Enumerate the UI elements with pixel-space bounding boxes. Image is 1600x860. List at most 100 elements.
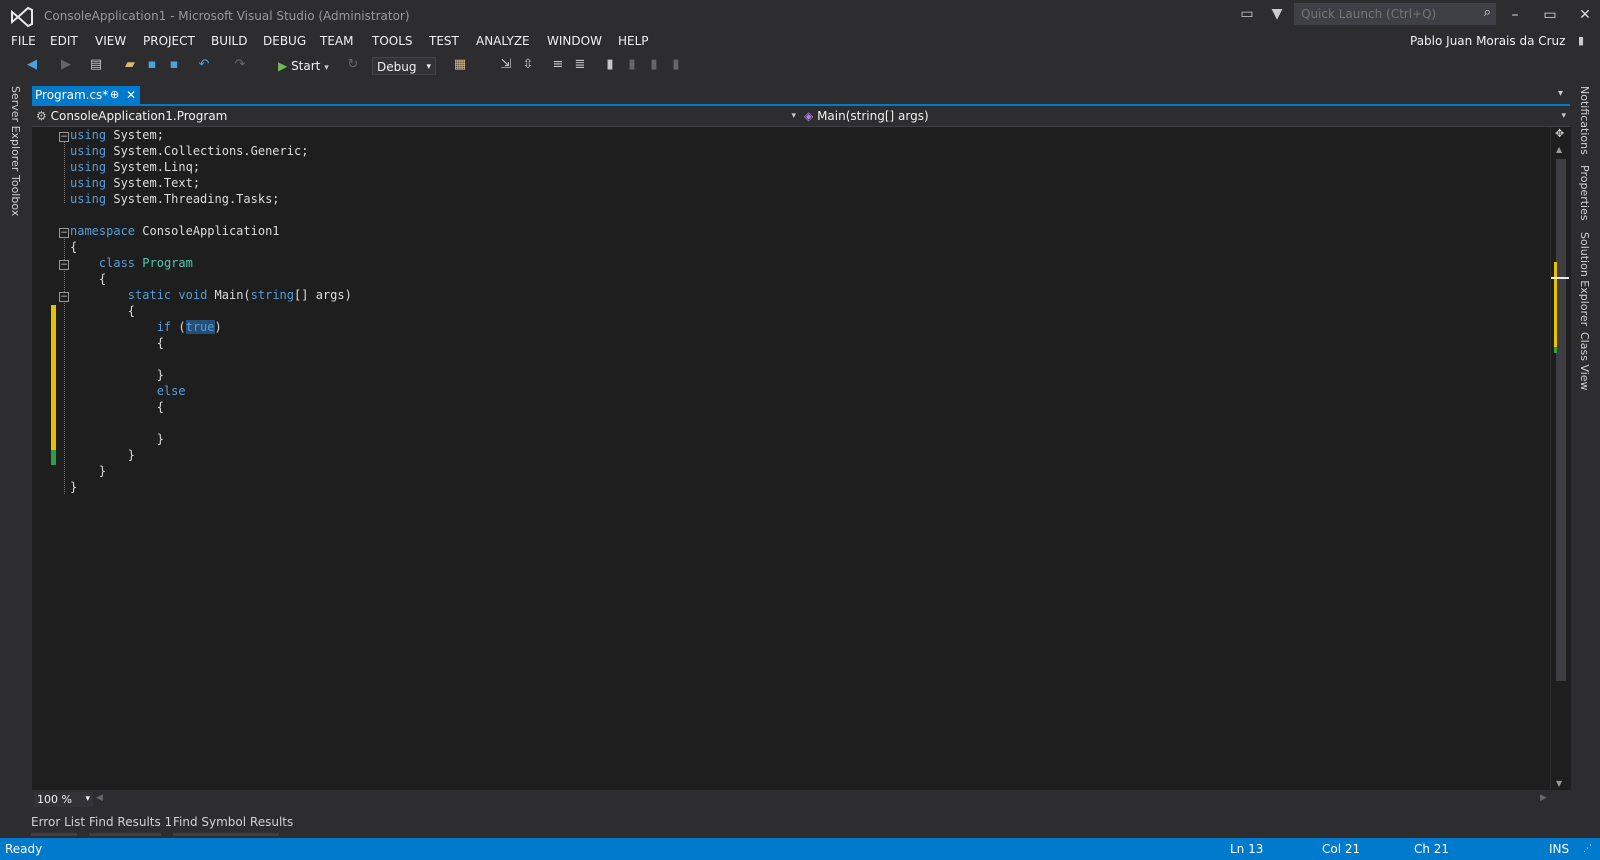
menu-test[interactable]: TEST <box>429 34 459 48</box>
maximize-button[interactable]: ▭ <box>1535 4 1565 26</box>
solution-configuration-select[interactable]: Debug ▾ <box>372 57 436 75</box>
quick-launch-box[interactable]: ⌕ <box>1294 3 1496 25</box>
member-dropdown-value: Main(string[] args) <box>817 109 929 123</box>
step-into-icon[interactable]: ⇲ <box>498 57 514 73</box>
menu-project[interactable]: PROJECT <box>143 34 195 48</box>
notifications-tab[interactable]: Notifications <box>1578 86 1591 155</box>
menu-build[interactable]: BUILD <box>211 34 247 48</box>
code-line: } <box>70 448 136 462</box>
code-line-current: if (true) <box>156 320 222 334</box>
menu-debug[interactable]: DEBUG <box>263 34 306 48</box>
code-line: using System.Text; <box>70 176 201 190</box>
scroll-saved-marker <box>1554 347 1557 353</box>
document-tab-label: Program.cs* <box>35 88 109 102</box>
start-label: Start <box>291 59 321 73</box>
clear-bookmarks-icon[interactable]: ▮ <box>668 57 684 73</box>
resize-grip-icon[interactable]: ⋰ <box>1583 838 1592 860</box>
navigate-back-icon[interactable]: ◀ <box>24 57 40 73</box>
menu-help[interactable]: HELP <box>618 34 649 48</box>
redo-icon[interactable]: ↷ <box>232 57 248 73</box>
standard-toolbar: ◀ ▶ ▤ ▰ ▪ ▪ ↶ ↷ ↻ ▦ ⇲ ⇳ ≡ ≣ ▮ ▮ ▮ ▮ <box>0 55 1600 77</box>
member-dropdown[interactable]: ◈ Main(string[] args) ▾ <box>804 108 1566 124</box>
properties-tab[interactable]: Properties <box>1578 165 1591 221</box>
code-line: { <box>70 336 164 350</box>
class-icon: ⚙ <box>36 109 47 123</box>
chevron-down-icon: ▾ <box>791 111 796 121</box>
collapse-method-icon[interactable]: − <box>59 292 69 302</box>
navigate-forward-icon[interactable]: ▶ <box>58 57 74 73</box>
window-title: ConsoleApplication1 - Microsoft Visual S… <box>44 9 410 23</box>
changed-lines-margin <box>51 305 56 450</box>
type-dropdown[interactable]: ⚙ ConsoleApplication1.Program ▾ <box>36 108 796 124</box>
code-line: } <box>70 464 107 478</box>
save-all-icon[interactable]: ▪ <box>166 57 182 73</box>
document-tab-program-cs[interactable]: Program.cs* ⊕ ✕ <box>32 86 140 104</box>
caret-position-marker <box>1551 277 1569 279</box>
class-view-tab[interactable]: Class View <box>1578 332 1591 391</box>
account-icon[interactable]: ▮ <box>1578 34 1584 47</box>
error-list-tab[interactable]: Error List <box>31 815 85 829</box>
find-in-files-icon[interactable]: ▦ <box>452 57 468 73</box>
step-over-icon[interactable]: ⇳ <box>520 57 536 73</box>
navigation-bar: ⚙ ConsoleApplication1.Program ▾ ◈ Main(s… <box>32 106 1570 127</box>
selected-text: true <box>185 320 215 334</box>
scroll-right-icon[interactable]: ▶ <box>1540 793 1547 803</box>
scroll-down-icon[interactable]: ▼ <box>1556 779 1562 788</box>
previous-bookmark-icon[interactable]: ▮ <box>624 57 640 73</box>
menu-team[interactable]: TEAM <box>320 34 353 48</box>
open-file-icon[interactable]: ▰ <box>122 57 138 73</box>
search-icon[interactable]: ⌕ <box>1484 5 1491 20</box>
server-explorer-tab[interactable]: Server Explorer <box>9 86 22 171</box>
split-icon[interactable]: ✥ <box>1555 127 1564 140</box>
solution-explorer-tab[interactable]: Solution Explorer <box>1578 232 1591 326</box>
tab-underline <box>173 833 279 836</box>
pin-icon[interactable]: ⊕ <box>110 86 119 104</box>
code-line: using System.Linq; <box>70 160 201 174</box>
scroll-change-marker <box>1554 262 1557 347</box>
start-debugging-button[interactable]: ▶ Start ▾ <box>278 57 329 75</box>
code-line: { <box>70 304 136 318</box>
find-symbol-results-tab[interactable]: Find Symbol Results <box>173 815 293 829</box>
bookmark-icon[interactable]: ▮ <box>602 57 618 73</box>
menu-tools[interactable]: TOOLS <box>372 34 413 48</box>
chevron-down-icon: ▾ <box>1561 111 1566 121</box>
collapse-usings-icon[interactable]: − <box>59 132 69 142</box>
quick-launch-input[interactable] <box>1295 4 1477 24</box>
menu-file[interactable]: FILE <box>11 34 36 48</box>
scroll-up-icon[interactable]: ▲ <box>1556 145 1562 154</box>
collapse-namespace-icon[interactable]: − <box>59 228 69 238</box>
feedback-icon[interactable]: ▭ <box>1238 6 1256 24</box>
menu-edit[interactable]: EDIT <box>50 34 78 48</box>
restart-icon[interactable]: ↻ <box>345 57 361 73</box>
find-results-1-tab[interactable]: Find Results 1 <box>89 815 172 829</box>
save-icon[interactable]: ▪ <box>144 57 160 73</box>
saved-lines-margin <box>51 450 56 465</box>
editor-vertical-scrollbar[interactable]: ✥ ▲ ▼ <box>1550 127 1571 790</box>
menu-bar: FILE EDIT VIEW PROJECT BUILD DEBUG TEAM … <box>0 32 1600 52</box>
decrease-indent-icon[interactable]: ≡ <box>550 57 566 73</box>
status-column: Col 21 <box>1322 842 1361 856</box>
document-list-dropdown-icon[interactable]: ▾ <box>1558 88 1563 99</box>
collapse-class-icon[interactable]: − <box>59 260 69 270</box>
signed-in-user[interactable]: Pablo Juan Morais da Cruz <box>1410 34 1565 48</box>
menu-window[interactable]: WINDOW <box>547 34 602 48</box>
outline-guide <box>64 141 66 203</box>
menu-view[interactable]: VIEW <box>95 34 126 48</box>
filter-icon[interactable]: ▼ <box>1268 6 1286 24</box>
tab-underline <box>31 833 77 836</box>
toolbox-tab[interactable]: Toolbox <box>9 175 22 216</box>
menu-analyze[interactable]: ANALYZE <box>476 34 530 48</box>
visual-studio-logo-icon <box>11 6 33 28</box>
tab-underline <box>89 833 161 836</box>
close-icon[interactable]: ✕ <box>126 86 136 104</box>
close-window-button[interactable]: ✕ <box>1570 4 1600 26</box>
scroll-thumb[interactable] <box>1556 159 1566 681</box>
outline-guide <box>64 236 66 494</box>
undo-icon[interactable]: ↶ <box>196 57 212 73</box>
zoom-level-select[interactable]: 100 % ▾ <box>34 792 93 807</box>
minimize-button[interactable]: – <box>1500 4 1530 26</box>
increase-indent-icon[interactable]: ≣ <box>572 57 588 73</box>
next-bookmark-icon[interactable]: ▮ <box>646 57 662 73</box>
scroll-left-icon[interactable]: ◀ <box>96 793 103 803</box>
new-project-icon[interactable]: ▤ <box>88 57 104 73</box>
